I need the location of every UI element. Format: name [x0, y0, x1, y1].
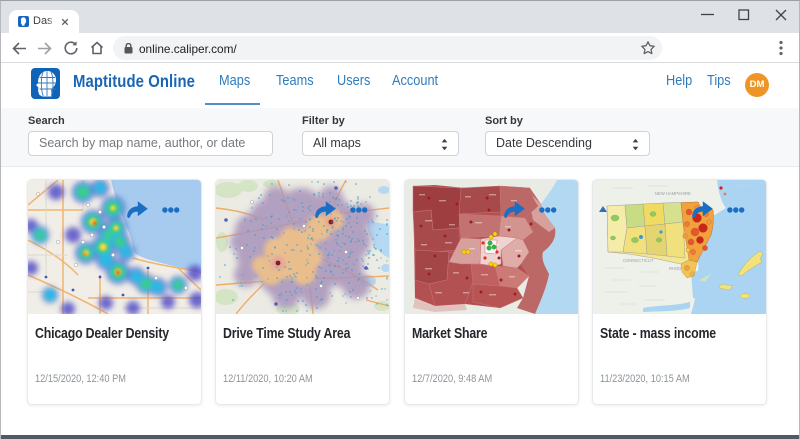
- svg-text:NEW HAMPSHIRE: NEW HAMPSHIRE: [655, 191, 691, 196]
- svg-text:CONNECTICUT: CONNECTICUT: [623, 258, 654, 263]
